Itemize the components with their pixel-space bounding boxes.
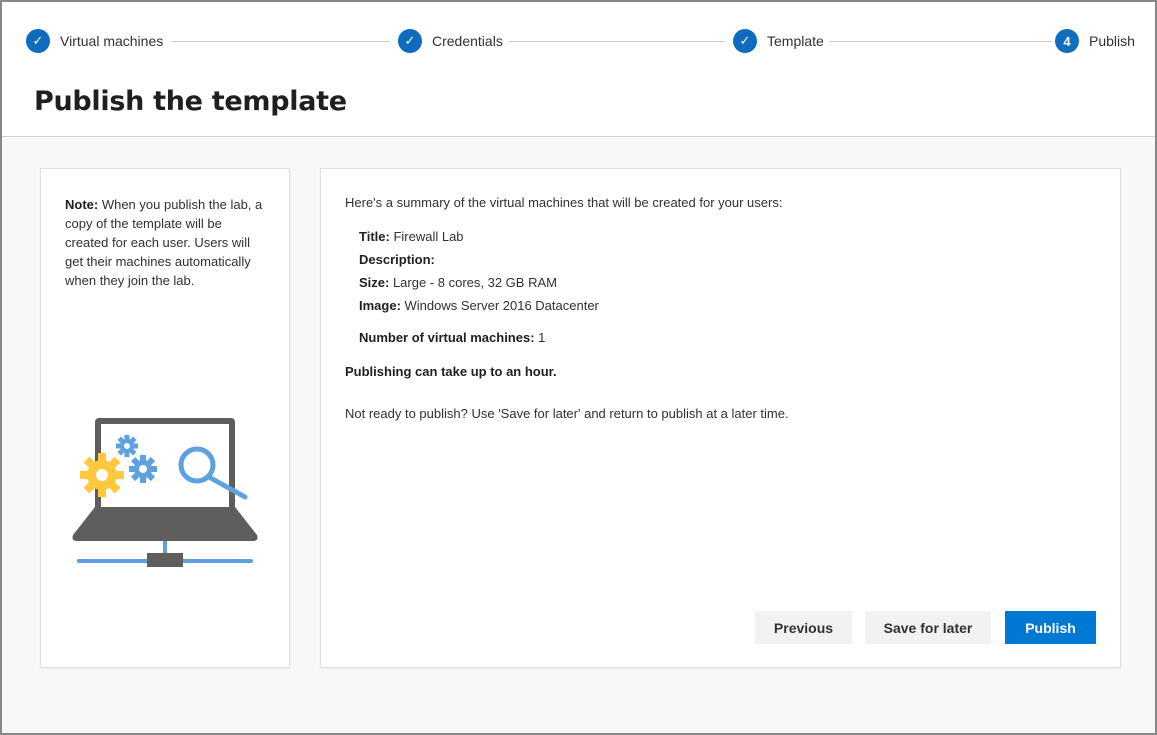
summary-details: Title: Firewall Lab Description: Size: L… [359,228,599,320]
detail-image: Image: Windows Server 2016 Datacenter [359,297,599,320]
note-card: Note: When you publish the lab, a copy o… [40,168,290,668]
step-number-badge: 4 [1055,29,1079,53]
checkmark-icon: ✓ [26,29,50,53]
step-virtual-machines[interactable]: ✓ Virtual machines [26,28,170,54]
detail-size: Size: Large - 8 cores, 32 GB RAM [359,274,599,297]
step-publish[interactable]: 4 Publish [1055,28,1141,54]
detail-value: Windows Server 2016 Datacenter [400,298,599,313]
wizard-stepper: ✓ Virtual machines ✓ Credentials ✓ Templ… [26,28,1141,56]
checkmark-icon: ✓ [398,29,422,53]
step-label: Virtual machines [60,33,164,49]
summary-card: Here's a summary of the virtual machines… [320,168,1121,668]
step-connector [826,41,1052,42]
vm-count-value: 1 [534,330,546,345]
step-connector [172,41,390,42]
vm-count-label: Number of virtual machines: [359,330,535,345]
step-template[interactable]: ✓ Template [733,28,830,54]
save-for-later-button[interactable]: Save for later [865,611,991,644]
step-label: Publish [1089,33,1135,49]
laptop-gears-search-icon [72,418,258,567]
page-title: Publish the template [34,86,347,117]
page-header: ✓ Virtual machines ✓ Credentials ✓ Templ… [2,2,1155,137]
publish-button[interactable]: Publish [1005,611,1096,644]
detail-value: Firewall Lab [389,229,464,244]
window-frame: ✓ Virtual machines ✓ Credentials ✓ Templ… [0,0,1157,735]
detail-label: Size: [359,275,390,290]
step-label: Credentials [432,33,503,49]
previous-button[interactable]: Previous [755,611,852,644]
detail-title: Title: Firewall Lab [359,228,599,251]
step-connector [504,41,724,42]
save-for-later-hint: Not ready to publish? Use 'Save for late… [345,406,789,421]
note-label: Note: [65,197,99,212]
detail-description: Description: [359,251,599,274]
detail-label: Description: [359,252,435,267]
detail-label: Title: [359,229,390,244]
step-credentials[interactable]: ✓ Credentials [398,28,509,54]
checkmark-icon: ✓ [733,29,757,53]
detail-value: Large - 8 cores, 32 GB RAM [389,275,557,290]
vm-count: Number of virtual machines: 1 [359,330,545,345]
detail-label: Image: [359,298,401,313]
summary-intro: Here's a summary of the virtual machines… [345,195,783,210]
publish-duration-warning: Publishing can take up to an hour. [345,364,557,379]
note-paragraph: Note: When you publish the lab, a copy o… [65,195,265,290]
step-label: Template [767,33,824,49]
